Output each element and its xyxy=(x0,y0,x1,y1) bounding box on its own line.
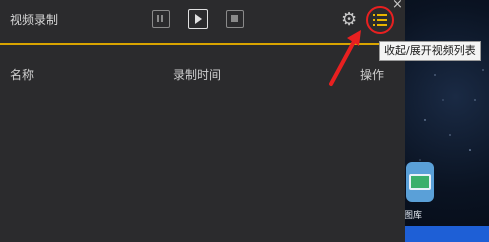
window-title: 视频录制 xyxy=(10,13,59,27)
gallery-desktop-icon[interactable] xyxy=(406,162,434,202)
play-icon xyxy=(195,14,202,24)
stop-button[interactable] xyxy=(226,10,244,28)
close-button[interactable]: × xyxy=(392,0,403,12)
gallery-desktop-label: 图库 xyxy=(404,211,423,221)
annotation-arrow xyxy=(329,30,361,86)
column-header-name: 名称 xyxy=(10,68,35,82)
taskbar-strip xyxy=(402,226,489,242)
toggle-video-list-button[interactable] xyxy=(366,6,394,34)
pause-icon xyxy=(157,15,164,22)
play-button[interactable] xyxy=(188,9,208,29)
gear-icon: ⚙ xyxy=(341,9,358,30)
toggle-list-tooltip: 收起/展开视频列表 xyxy=(379,41,481,61)
column-header-record-time: 录制时间 xyxy=(173,68,222,82)
list-icon xyxy=(373,14,387,26)
stop-icon xyxy=(231,15,238,22)
settings-button[interactable]: ⚙ xyxy=(341,10,361,30)
pause-button[interactable] xyxy=(152,10,170,28)
